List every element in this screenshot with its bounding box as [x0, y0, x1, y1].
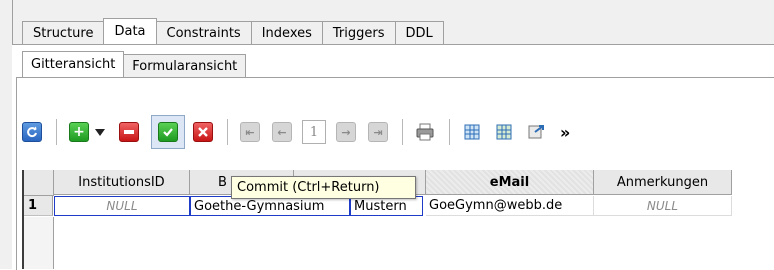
first-page-icon: ⇤	[240, 122, 260, 142]
commit-tooltip: Commit (Ctrl+Return)	[231, 176, 416, 199]
grid-icon	[464, 124, 480, 140]
plus-icon: +	[69, 122, 89, 142]
grid-corner[interactable]	[24, 170, 54, 196]
toolbar-separator	[56, 119, 57, 145]
x-icon	[193, 122, 213, 142]
next-page-icon: →	[336, 122, 356, 142]
minus-icon	[119, 122, 139, 142]
column-header-institutionsid[interactable]: InstitutionsID	[54, 170, 190, 195]
rollback-button[interactable]	[191, 120, 215, 144]
grid-icon	[496, 124, 512, 140]
table-cell[interactable]: NULL	[594, 196, 732, 216]
tab-structure[interactable]: Structure	[22, 21, 105, 44]
column-header-anmerkungen[interactable]: Anmerkungen	[594, 170, 732, 195]
page-number-field[interactable]: 1	[302, 120, 326, 144]
printer-icon	[416, 123, 434, 141]
table-cell[interactable]: Mustern	[350, 196, 423, 216]
check-icon	[158, 122, 178, 142]
tab-triggers[interactable]: Triggers	[321, 21, 396, 44]
data-toolbar: + ⇤ ← 1 → ⇥ »	[20, 113, 570, 151]
export-icon	[528, 125, 544, 139]
tab-grid-view[interactable]: Gitteransicht	[22, 51, 125, 77]
export-button[interactable]	[524, 120, 548, 144]
delete-row-button[interactable]	[117, 120, 141, 144]
toolbar-separator	[227, 119, 228, 145]
tab-indexes[interactable]: Indexes	[250, 21, 323, 44]
commit-button[interactable]	[151, 115, 185, 149]
last-page-button[interactable]: ⇥	[366, 120, 390, 144]
view-tab-bar: Gitteransicht Formularansicht	[22, 51, 247, 77]
refresh-button[interactable]	[20, 120, 44, 144]
column-header-email[interactable]: eMail	[426, 170, 594, 195]
grid-tool-button-2[interactable]	[492, 120, 516, 144]
tab-ddl[interactable]: DDL	[394, 21, 444, 44]
prev-page-icon: ←	[272, 122, 292, 142]
row-number[interactable]: 1	[24, 196, 53, 216]
refresh-icon	[22, 122, 42, 142]
main-tab-bar: Structure Data Constraints Indexes Trigg…	[22, 18, 444, 44]
toolbar-separator	[449, 119, 450, 145]
table-cell[interactable]: NULL	[54, 196, 190, 216]
prev-page-button[interactable]: ←	[270, 120, 294, 144]
tab-data[interactable]: Data	[103, 18, 157, 44]
toolbar-overflow-button[interactable]: »	[560, 123, 570, 142]
next-page-button[interactable]: →	[334, 120, 358, 144]
toolbar-separator	[402, 119, 403, 145]
tab-constraints[interactable]: Constraints	[155, 21, 252, 44]
print-button[interactable]	[413, 120, 437, 144]
grid-tool-button-1[interactable]	[460, 120, 484, 144]
table-cell[interactable]: Goethe-Gymnasium	[190, 196, 350, 216]
chevron-down-icon[interactable]	[95, 128, 105, 136]
add-row-button[interactable]: +	[67, 120, 91, 144]
table-cell[interactable]: GoeGymn@webb.de	[426, 196, 594, 216]
first-page-button[interactable]: ⇤	[238, 120, 262, 144]
last-page-icon: ⇥	[368, 122, 388, 142]
tab-form-view[interactable]: Formularansicht	[123, 54, 247, 77]
row-header-empty	[24, 217, 54, 269]
